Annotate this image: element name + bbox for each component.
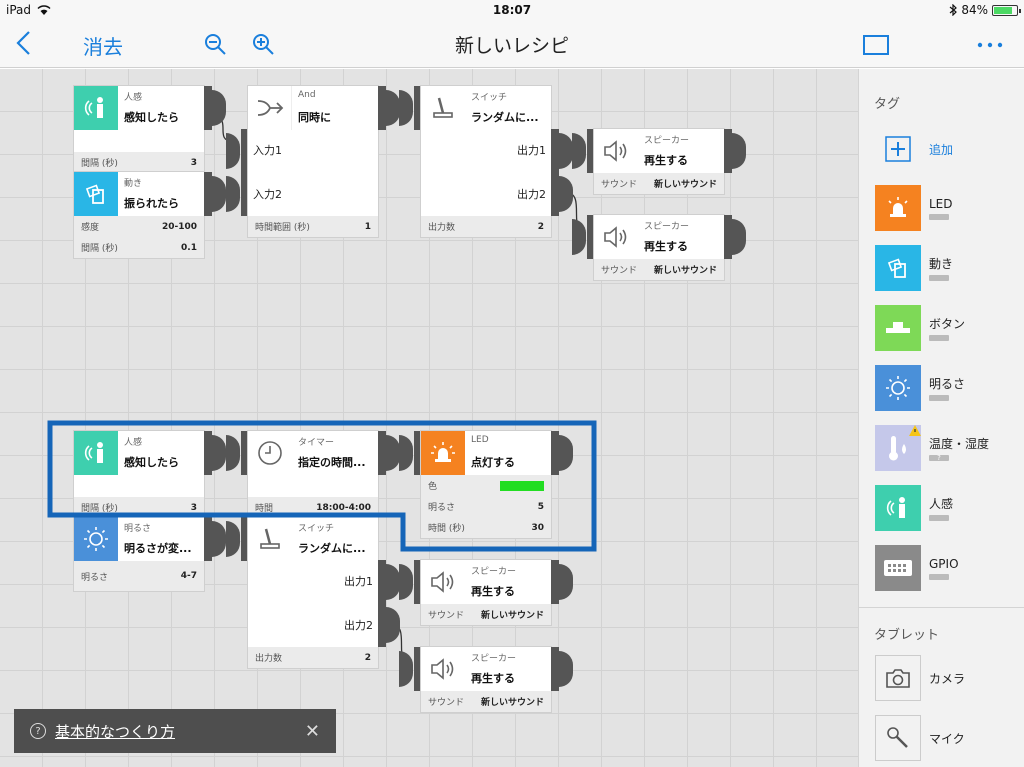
microphone-icon — [875, 715, 921, 761]
divider — [859, 607, 1024, 608]
tag-sidebar: タグ 追加 LED 動き ボタン 明るさ 温度・湿度? 人感 GPIO タブレッ… — [858, 69, 1024, 767]
tag-item-led[interactable]: LED — [875, 185, 953, 231]
tag-item-temperature-humidity[interactable]: 温度・湿度? — [875, 425, 989, 471]
thermometer-icon — [875, 425, 921, 471]
tablet-item-camera[interactable]: カメラ — [875, 655, 965, 701]
nav-bar: 消去 新しいレシピ — [0, 20, 1024, 68]
clear-button[interactable]: 消去 — [83, 31, 123, 60]
tag-item-brightness[interactable]: 明るさ — [875, 365, 965, 411]
push-button-icon — [875, 305, 921, 351]
tablet-item-microphone[interactable]: マイク — [875, 715, 965, 761]
fullscreen-button[interactable] — [863, 35, 889, 59]
tag-item-human-sensor[interactable]: 人感 — [875, 485, 953, 531]
tags-section-header: タグ — [874, 97, 901, 112]
battery-indicator — [929, 275, 949, 281]
help-question-icon: ? — [30, 723, 46, 739]
warning-icon — [909, 425, 921, 436]
gpio-keyboard-icon — [875, 545, 921, 591]
status-bar: iPad 18:07 84% — [0, 0, 1024, 20]
tag-item-button[interactable]: ボタン — [875, 305, 965, 351]
battery-indicator: ? — [929, 455, 949, 462]
led-icon — [875, 185, 921, 231]
close-icon[interactable]: ✕ — [305, 721, 320, 742]
bluetooth-icon — [949, 4, 958, 16]
brightness-sun-icon — [875, 365, 921, 411]
battery-indicator — [929, 213, 949, 220]
more-button[interactable] — [976, 35, 1004, 59]
help-toast: ? 基本的なつくり方 ✕ — [14, 709, 336, 753]
help-guide-link[interactable]: 基本的なつくり方 — [55, 721, 175, 742]
back-button[interactable] — [14, 30, 32, 60]
add-tag-button[interactable]: 追加 — [875, 126, 953, 172]
battery-indicator — [929, 573, 949, 580]
zoom-in-button[interactable] — [251, 32, 275, 60]
zoom-out-icon — [205, 34, 226, 55]
plus-icon — [875, 126, 921, 172]
human-sensor-icon — [875, 485, 921, 531]
chevron-left-icon — [16, 31, 30, 55]
tag-item-gpio[interactable]: GPIO — [875, 545, 959, 591]
battery-icon — [992, 4, 1021, 16]
zoom-out-button[interactable] — [203, 32, 227, 60]
recipe-canvas[interactable]: 人感 感知したら 間隔 (秒) 3 動き 振られたら 感度 20-100 間隔 (秒… — [0, 69, 858, 767]
status-time: 18:07 — [492, 3, 532, 17]
battery-indicator — [929, 515, 949, 521]
tag-item-motion[interactable]: 動き — [875, 245, 953, 291]
zoom-in-icon — [253, 34, 274, 55]
battery-indicator — [929, 395, 949, 401]
more-dots-icon — [977, 42, 1003, 48]
battery-indicator — [929, 335, 949, 341]
rectangle-icon — [863, 35, 889, 55]
selection-outline — [47, 420, 597, 552]
battery-percent: 84% — [961, 3, 988, 17]
camera-icon — [875, 655, 921, 701]
motion-sensor-icon — [875, 245, 921, 291]
tablet-section-header: タブレット — [874, 628, 940, 643]
